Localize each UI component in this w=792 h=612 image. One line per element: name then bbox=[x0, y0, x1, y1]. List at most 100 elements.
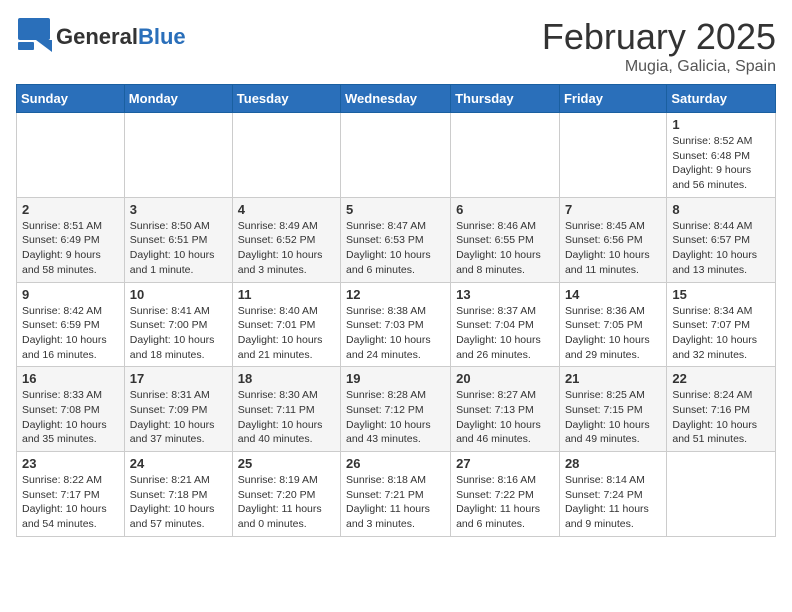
calendar-cell bbox=[559, 113, 666, 198]
calendar-day-header: Monday bbox=[124, 85, 232, 113]
calendar-cell bbox=[451, 113, 560, 198]
day-info: Sunrise: 8:42 AM Sunset: 6:59 PM Dayligh… bbox=[22, 304, 119, 363]
day-number: 8 bbox=[672, 202, 770, 217]
month-title: February 2025 bbox=[542, 16, 776, 58]
calendar-day-header: Saturday bbox=[667, 85, 776, 113]
calendar-day-header: Tuesday bbox=[232, 85, 340, 113]
calendar-cell: 20 Sunrise: 8:27 AM Sunset: 7:13 PM Dayli… bbox=[451, 367, 560, 452]
day-info: Sunrise: 8:16 AM Sunset: 7:22 PM Dayligh… bbox=[456, 473, 554, 532]
day-info: Sunrise: 8:45 AM Sunset: 6:56 PM Dayligh… bbox=[565, 219, 661, 278]
day-number: 9 bbox=[22, 287, 119, 302]
calendar-cell: 1Sunrise: 8:52 AM Sunset: 6:48 PM Daylig… bbox=[667, 113, 776, 198]
day-info: Sunrise: 8:38 AM Sunset: 7:03 PM Dayligh… bbox=[346, 304, 445, 363]
day-number: 22 bbox=[672, 371, 770, 386]
day-info: Sunrise: 8:21 AM Sunset: 7:18 PM Dayligh… bbox=[130, 473, 227, 532]
calendar-cell: 3 Sunrise: 8:50 AM Sunset: 6:51 PM Daylig… bbox=[124, 197, 232, 282]
day-number: 24 bbox=[130, 456, 227, 471]
day-info: Sunrise: 8:50 AM Sunset: 6:51 PM Dayligh… bbox=[130, 219, 227, 278]
calendar-cell bbox=[341, 113, 451, 198]
day-number: 11 bbox=[238, 287, 335, 302]
calendar-cell: 17 Sunrise: 8:31 AM Sunset: 7:09 PM Dayli… bbox=[124, 367, 232, 452]
day-number: 21 bbox=[565, 371, 661, 386]
day-info: Sunrise: 8:49 AM Sunset: 6:52 PM Dayligh… bbox=[238, 219, 335, 278]
day-info: Sunrise: 8:33 AM Sunset: 7:08 PM Dayligh… bbox=[22, 388, 119, 447]
calendar-week-row: 16Sunrise: 8:33 AM Sunset: 7:08 PM Dayli… bbox=[17, 367, 776, 452]
page-header: GeneralBlue February 2025 Mugia, Galicia… bbox=[16, 16, 776, 76]
calendar-cell: 27Sunrise: 8:16 AM Sunset: 7:22 PM Dayli… bbox=[451, 452, 560, 537]
day-info: Sunrise: 8:28 AM Sunset: 7:12 PM Dayligh… bbox=[346, 388, 445, 447]
calendar-cell: 23 Sunrise: 8:22 AM Sunset: 7:17 PM Dayli… bbox=[17, 452, 125, 537]
calendar-cell: 15 Sunrise: 8:34 AM Sunset: 7:07 PM Dayli… bbox=[667, 282, 776, 367]
calendar-week-row: 2 Sunrise: 8:51 AM Sunset: 6:49 PM Daylig… bbox=[17, 197, 776, 282]
calendar-cell: 12Sunrise: 8:38 AM Sunset: 7:03 PM Dayli… bbox=[341, 282, 451, 367]
calendar-cell: 10 Sunrise: 8:41 AM Sunset: 7:00 PM Dayli… bbox=[124, 282, 232, 367]
calendar-cell: 5Sunrise: 8:47 AM Sunset: 6:53 PM Daylig… bbox=[341, 197, 451, 282]
day-number: 2 bbox=[22, 202, 119, 217]
calendar-cell: 8 Sunrise: 8:44 AM Sunset: 6:57 PM Daylig… bbox=[667, 197, 776, 282]
calendar-cell: 9 Sunrise: 8:42 AM Sunset: 6:59 PM Daylig… bbox=[17, 282, 125, 367]
logo: GeneralBlue bbox=[16, 16, 186, 57]
day-number: 17 bbox=[130, 371, 227, 386]
day-info: Sunrise: 8:14 AM Sunset: 7:24 PM Dayligh… bbox=[565, 473, 661, 532]
calendar-cell: 28 Sunrise: 8:14 AM Sunset: 7:24 PM Dayli… bbox=[559, 452, 666, 537]
logo-general-text: General bbox=[56, 24, 138, 49]
day-number: 10 bbox=[130, 287, 227, 302]
day-info: Sunrise: 8:30 AM Sunset: 7:11 PM Dayligh… bbox=[238, 388, 335, 447]
day-info: Sunrise: 8:52 AM Sunset: 6:48 PM Dayligh… bbox=[672, 134, 770, 193]
day-number: 20 bbox=[456, 371, 554, 386]
day-info: Sunrise: 8:18 AM Sunset: 7:21 PM Dayligh… bbox=[346, 473, 445, 532]
calendar-cell: 13 Sunrise: 8:37 AM Sunset: 7:04 PM Dayli… bbox=[451, 282, 560, 367]
day-number: 26 bbox=[346, 456, 445, 471]
day-info: Sunrise: 8:37 AM Sunset: 7:04 PM Dayligh… bbox=[456, 304, 554, 363]
calendar-table: SundayMondayTuesdayWednesdayThursdayFrid… bbox=[16, 84, 776, 537]
day-number: 4 bbox=[238, 202, 335, 217]
calendar-cell: 22 Sunrise: 8:24 AM Sunset: 7:16 PM Dayli… bbox=[667, 367, 776, 452]
day-number: 15 bbox=[672, 287, 770, 302]
day-number: 5 bbox=[346, 202, 445, 217]
day-number: 14 bbox=[565, 287, 661, 302]
day-number: 18 bbox=[238, 371, 335, 386]
calendar-header-row: SundayMondayTuesdayWednesdayThursdayFrid… bbox=[17, 85, 776, 113]
calendar-day-header: Sunday bbox=[17, 85, 125, 113]
day-info: Sunrise: 8:44 AM Sunset: 6:57 PM Dayligh… bbox=[672, 219, 770, 278]
day-number: 7 bbox=[565, 202, 661, 217]
calendar-cell: 4 Sunrise: 8:49 AM Sunset: 6:52 PM Daylig… bbox=[232, 197, 340, 282]
day-number: 19 bbox=[346, 371, 445, 386]
day-info: Sunrise: 8:27 AM Sunset: 7:13 PM Dayligh… bbox=[456, 388, 554, 447]
calendar-cell: 7 Sunrise: 8:45 AM Sunset: 6:56 PM Daylig… bbox=[559, 197, 666, 282]
calendar-cell: 14 Sunrise: 8:36 AM Sunset: 7:05 PM Dayli… bbox=[559, 282, 666, 367]
calendar-cell: 11 Sunrise: 8:40 AM Sunset: 7:01 PM Dayli… bbox=[232, 282, 340, 367]
day-info: Sunrise: 8:31 AM Sunset: 7:09 PM Dayligh… bbox=[130, 388, 227, 447]
day-info: Sunrise: 8:40 AM Sunset: 7:01 PM Dayligh… bbox=[238, 304, 335, 363]
day-info: Sunrise: 8:19 AM Sunset: 7:20 PM Dayligh… bbox=[238, 473, 335, 532]
day-number: 28 bbox=[565, 456, 661, 471]
calendar-cell bbox=[667, 452, 776, 537]
calendar-cell bbox=[232, 113, 340, 198]
day-number: 3 bbox=[130, 202, 227, 217]
day-info: Sunrise: 8:34 AM Sunset: 7:07 PM Dayligh… bbox=[672, 304, 770, 363]
day-number: 23 bbox=[22, 456, 119, 471]
day-info: Sunrise: 8:22 AM Sunset: 7:17 PM Dayligh… bbox=[22, 473, 119, 532]
calendar-cell bbox=[17, 113, 125, 198]
logo-text: GeneralBlue bbox=[56, 24, 186, 50]
day-info: Sunrise: 8:24 AM Sunset: 7:16 PM Dayligh… bbox=[672, 388, 770, 447]
calendar-cell: 24 Sunrise: 8:21 AM Sunset: 7:18 PM Dayli… bbox=[124, 452, 232, 537]
logo-mark bbox=[16, 16, 52, 57]
title-block: February 2025 Mugia, Galicia, Spain bbox=[542, 16, 776, 76]
day-number: 13 bbox=[456, 287, 554, 302]
calendar-cell: 18 Sunrise: 8:30 AM Sunset: 7:11 PM Dayli… bbox=[232, 367, 340, 452]
day-info: Sunrise: 8:36 AM Sunset: 7:05 PM Dayligh… bbox=[565, 304, 661, 363]
day-info: Sunrise: 8:51 AM Sunset: 6:49 PM Dayligh… bbox=[22, 219, 119, 278]
location-title: Mugia, Galicia, Spain bbox=[542, 58, 776, 76]
calendar-cell: 19 Sunrise: 8:28 AM Sunset: 7:12 PM Dayli… bbox=[341, 367, 451, 452]
calendar-week-row: 9 Sunrise: 8:42 AM Sunset: 6:59 PM Daylig… bbox=[17, 282, 776, 367]
logo-blue-text: Blue bbox=[138, 24, 186, 49]
calendar-week-row: 23 Sunrise: 8:22 AM Sunset: 7:17 PM Dayli… bbox=[17, 452, 776, 537]
calendar-cell: 6Sunrise: 8:46 AM Sunset: 6:55 PM Daylig… bbox=[451, 197, 560, 282]
calendar-cell bbox=[124, 113, 232, 198]
day-number: 6 bbox=[456, 202, 554, 217]
calendar-cell: 26 Sunrise: 8:18 AM Sunset: 7:21 PM Dayli… bbox=[341, 452, 451, 537]
day-info: Sunrise: 8:41 AM Sunset: 7:00 PM Dayligh… bbox=[130, 304, 227, 363]
calendar-cell: 25 Sunrise: 8:19 AM Sunset: 7:20 PM Dayli… bbox=[232, 452, 340, 537]
day-number: 25 bbox=[238, 456, 335, 471]
